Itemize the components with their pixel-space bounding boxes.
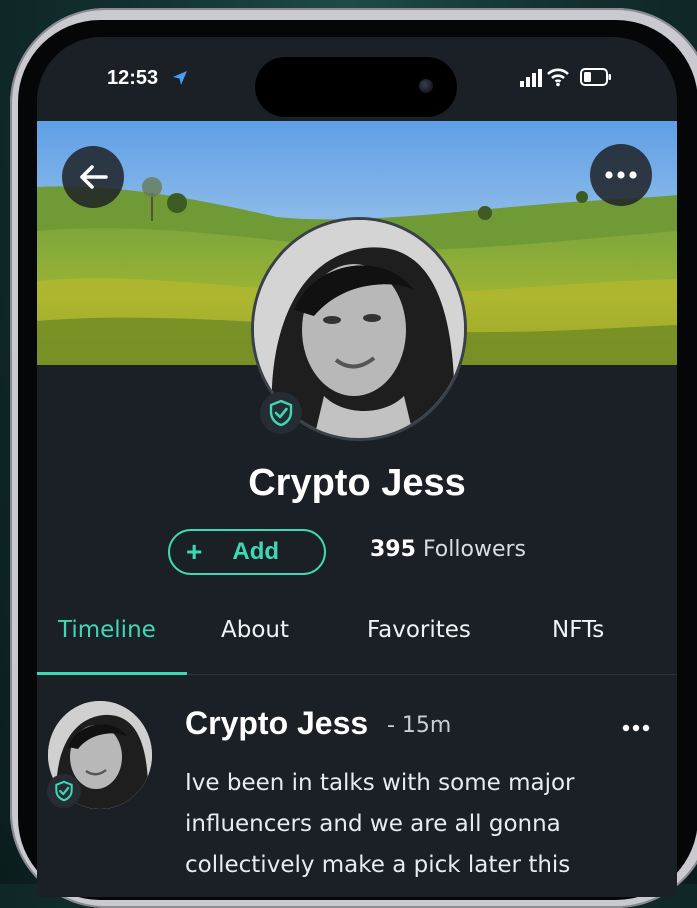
followers-number: 395	[370, 537, 416, 562]
post-verified-badge	[47, 774, 81, 808]
verified-shield-icon	[269, 399, 293, 427]
app-screen: 12:53 Crypto Jess + Add 395 Followers Ti…	[37, 37, 677, 897]
post-more-button[interactable]	[622, 717, 650, 736]
more-dots-icon	[622, 724, 650, 732]
tab-favorites[interactable]: Favorites	[367, 617, 471, 643]
tab-nfts[interactable]: NFTs	[552, 617, 604, 643]
status-time: 12:53	[107, 67, 159, 89]
more-options-button[interactable]	[590, 144, 652, 206]
active-tab-indicator	[37, 672, 187, 675]
post-author-name[interactable]: Crypto Jess	[185, 705, 368, 742]
tab-about[interactable]: About	[221, 617, 289, 643]
location-arrow-icon	[173, 71, 187, 85]
add-friend-button[interactable]: + Add	[168, 529, 326, 575]
post-timestamp: - 15m	[387, 713, 452, 738]
more-dots-icon	[605, 171, 637, 179]
profile-name: Crypto Jess	[248, 462, 466, 504]
followers-label: Followers	[422, 537, 526, 562]
add-button-label: Add	[232, 538, 280, 565]
verified-badge	[260, 392, 302, 434]
verified-shield-icon	[55, 780, 73, 802]
tab-timeline[interactable]: Timeline	[58, 617, 156, 643]
dynamic-island	[255, 57, 457, 117]
plus-icon: +	[186, 536, 203, 567]
back-button[interactable]	[62, 146, 124, 208]
wifi-icon	[547, 68, 569, 87]
camera-icon	[419, 79, 433, 93]
followers-count[interactable]: 395 Followers	[370, 537, 526, 562]
signal-icon	[520, 69, 542, 87]
battery-icon	[580, 68, 611, 86]
post-body: Ive been in talks with some major influe…	[185, 770, 575, 878]
back-arrow-icon	[80, 165, 108, 189]
